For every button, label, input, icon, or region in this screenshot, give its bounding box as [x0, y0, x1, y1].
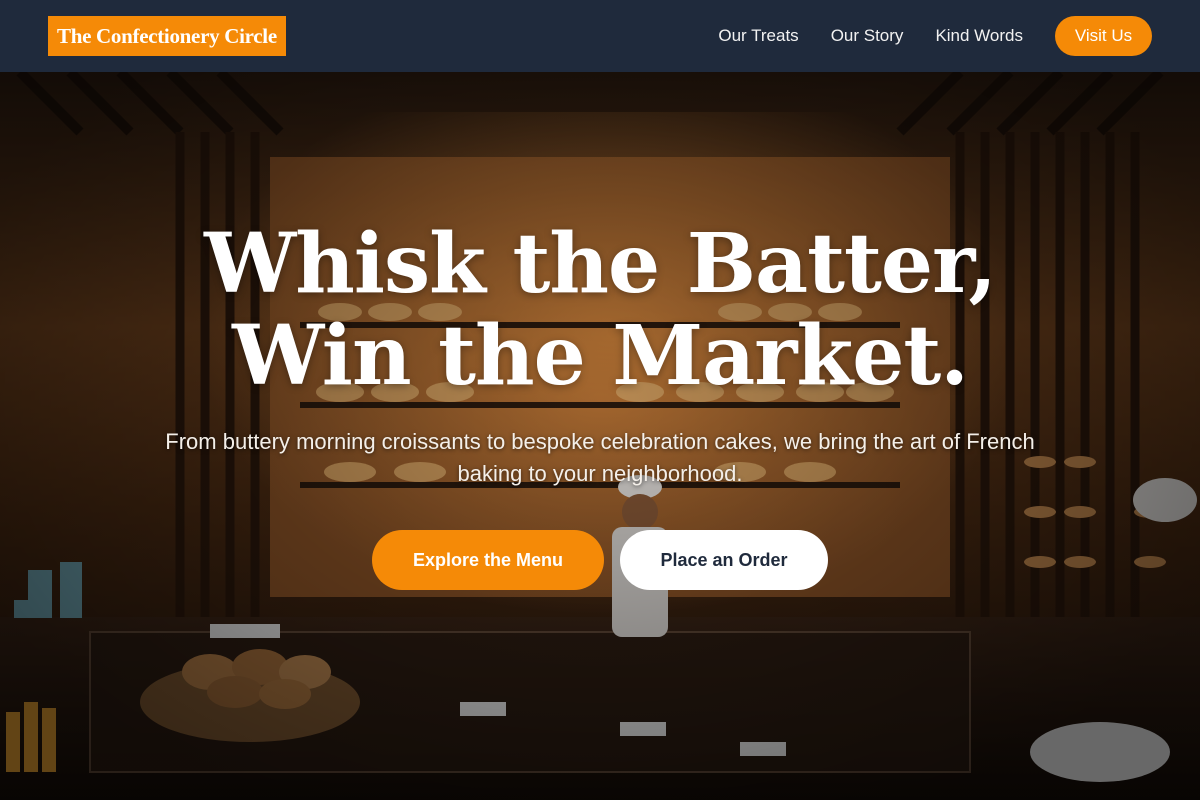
- hero-subtitle: From buttery morning croissants to bespo…: [165, 429, 1035, 486]
- top-navbar: The Confectionery Circle Our Treats Our …: [0, 0, 1200, 72]
- nav-link-our-treats[interactable]: Our Treats: [718, 26, 798, 46]
- brand-logo[interactable]: The Confectionery Circle: [48, 16, 286, 56]
- nav-link-kind-words[interactable]: Kind Words: [935, 26, 1023, 46]
- hero-headline: Whisk the Batter, Win the Market.: [0, 218, 1200, 402]
- nav-links: Our Treats Our Story Kind Words Visit Us: [686, 16, 1152, 56]
- visit-us-button[interactable]: Visit Us: [1055, 16, 1152, 56]
- place-order-button[interactable]: Place an Order: [620, 530, 828, 590]
- hero-headline-line-1: Whisk the Batter,: [204, 216, 997, 312]
- hero-headline-line-2: Win the Market.: [232, 308, 969, 404]
- nav-link-our-story[interactable]: Our Story: [831, 26, 904, 46]
- explore-menu-button[interactable]: Explore the Menu: [372, 530, 604, 590]
- hero-button-row: Explore the Menu Place an Order: [0, 530, 1200, 590]
